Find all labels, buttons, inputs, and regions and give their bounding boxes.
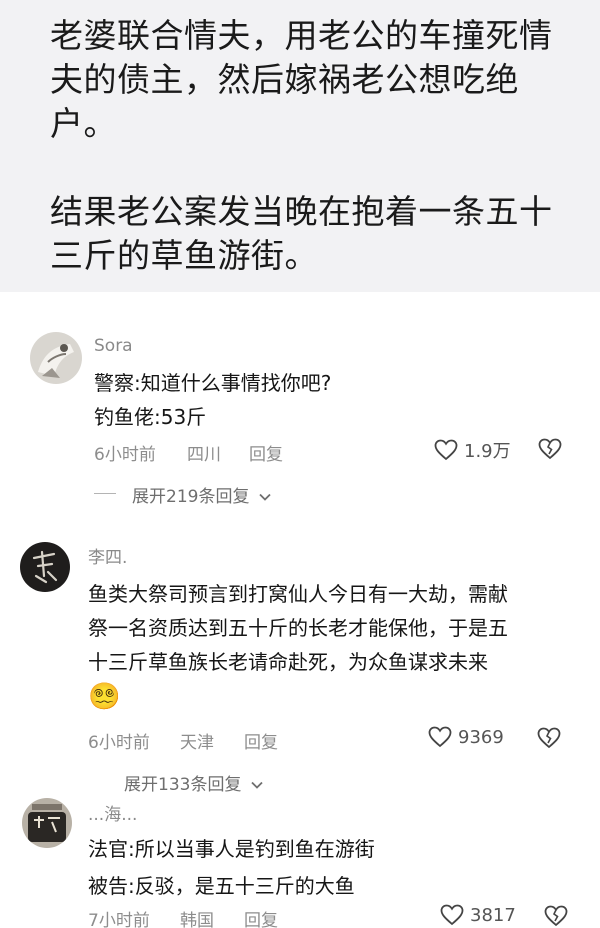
reply-button[interactable]: 回复 (244, 906, 278, 928)
post-content: 老婆联合情夫，用老公的车撞死情夫的债主，然后嫁祸老公想吃绝户。 结果老公案发当晚… (0, 0, 600, 292)
comment-time: 6小时前 (88, 733, 150, 753)
comment-text-line: 警察:知道什么事情找你吧? (94, 371, 332, 395)
like-count: 9369 (458, 726, 504, 748)
broken-heart-icon[interactable] (537, 727, 561, 749)
expand-replies-label: 展开133条回复 (124, 775, 242, 795)
avatar-image (20, 542, 70, 592)
reply-button[interactable]: 回复 (244, 728, 278, 753)
comment-text-line: 被告:反驳，是五十三斤的大鱼 (88, 874, 355, 898)
comment-text-line: 祭一名资质达到五十斤的长老才能保他，于是五 (88, 616, 508, 640)
comment-location: 四川 (187, 445, 221, 465)
heart-icon (434, 439, 458, 461)
expand-replies-button[interactable]: 展开133条回复 (124, 770, 263, 795)
comment-text-line: 十三斤草鱼族长老请命赴死，为众鱼谋求未来 (88, 650, 488, 674)
divider-line (94, 493, 116, 494)
comment-username[interactable]: Sora (94, 336, 133, 356)
chevron-down-icon (251, 781, 263, 789)
comment-username[interactable]: 李四. (88, 543, 127, 568)
like-button[interactable]: 9369 (428, 726, 504, 748)
comment-location: 天津 (180, 733, 214, 753)
heart-icon (428, 726, 452, 748)
reply-button[interactable]: 回复 (249, 440, 283, 465)
like-count: 3817 (470, 904, 516, 926)
broken-heart-icon[interactable] (544, 905, 568, 927)
avatar[interactable] (20, 542, 70, 592)
page: 老婆联合情夫，用老公的车撞死情夫的债主，然后嫁祸老公想吃绝户。 结果老公案发当晚… (0, 0, 600, 928)
avatar-image (22, 798, 72, 848)
like-button[interactable]: 1.9万 (434, 437, 511, 463)
post-paragraph-1: 老婆联合情夫，用老公的车撞死情夫的债主，然后嫁祸老公想吃绝户。 (50, 16, 553, 143)
comment-text-line: 法官:所以当事人是钓到鱼在游街 (88, 837, 375, 861)
heart-icon (440, 904, 464, 926)
avatar[interactable] (22, 798, 72, 848)
comment-username[interactable]: ...海... (88, 800, 137, 825)
expand-replies-button[interactable]: 展开219条回复 (132, 482, 271, 507)
broken-heart-icon[interactable] (538, 438, 562, 460)
avatar-image (30, 332, 82, 384)
avatar[interactable] (30, 332, 82, 384)
chevron-down-icon (259, 493, 271, 501)
comment-location: 韩国 (180, 911, 214, 928)
comment-time: 7小时前 (88, 911, 150, 928)
like-button[interactable]: 3817 (440, 904, 516, 926)
expand-replies-label: 展开219条回复 (132, 487, 250, 507)
comment-emoji: 😵‍💫 (88, 682, 121, 712)
like-count: 1.9万 (464, 441, 511, 462)
comment-text-line: 钓鱼佬:53斤 (94, 405, 207, 429)
post-paragraph-2: 结果老公案发当晚在抱着一条五十三斤的草鱼游街。 (50, 192, 553, 275)
comment-time: 6小时前 (94, 445, 156, 465)
comment-text-line: 鱼类大祭司预言到打窝仙人今日有一大劫，需献 (88, 582, 508, 606)
